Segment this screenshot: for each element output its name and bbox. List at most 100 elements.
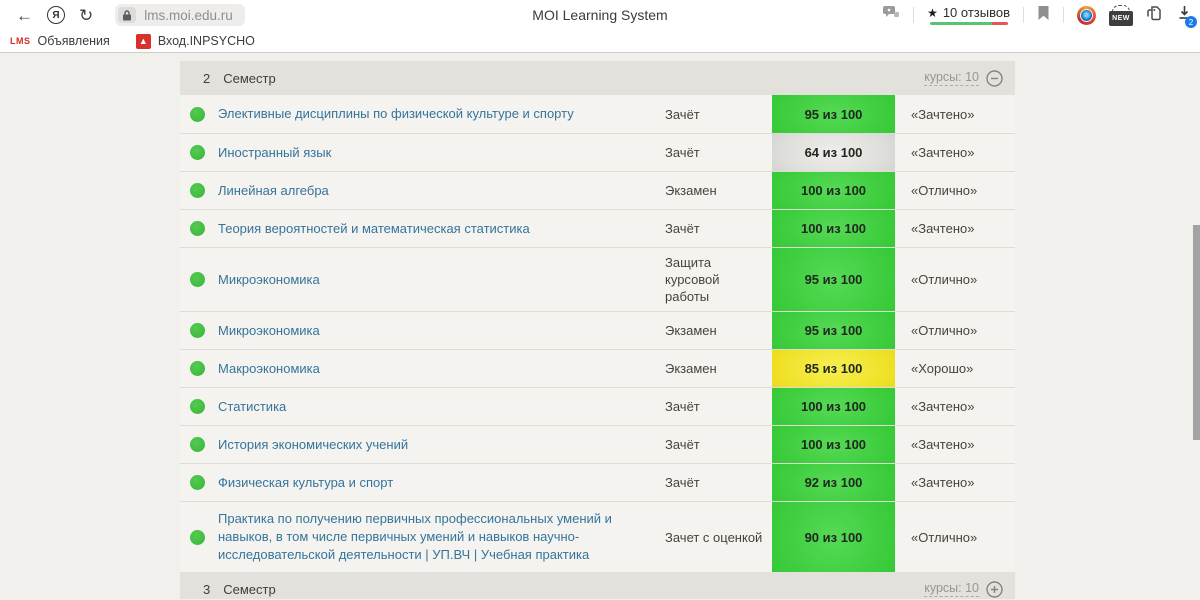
bookmark-item-inpsycho[interactable]: ▲ Вход.INPSYCHO — [135, 33, 255, 49]
score-cell: 90 из 100 — [772, 502, 895, 572]
course-status-dot-icon — [190, 106, 205, 122]
course-status-dot-icon — [190, 183, 205, 198]
status-cell — [180, 272, 218, 287]
divider — [913, 7, 915, 23]
semester-number: 2 — [203, 70, 211, 86]
grade-text: «Зачтено» — [911, 437, 975, 452]
site-rating[interactable]: ★ 10 отзывов — [927, 5, 1010, 25]
course-row: Микроэкономика Защита курсовой работы 95… — [180, 247, 1015, 311]
back-icon[interactable]: ← — [16, 7, 33, 24]
grade-text: «Хорошо» — [911, 361, 974, 376]
downloads-icon[interactable]: 2 — [1177, 5, 1197, 28]
score-cell: 100 из 100 — [772, 388, 895, 425]
course-link[interactable]: Линейная алгебра — [218, 174, 665, 208]
yandex-browser-icon[interactable]: Я — [47, 6, 65, 24]
grade-text: «Зачтено» — [911, 145, 975, 160]
status-cell — [180, 106, 218, 122]
url-text[interactable]: lms.moi.edu.ru — [144, 8, 233, 23]
lock-icon[interactable] — [118, 7, 137, 23]
courses-count-link[interactable]: курсы: 10 — [924, 70, 979, 86]
course-link[interactable]: Макроэкономика — [218, 352, 665, 386]
course-status-dot-icon — [190, 399, 205, 414]
star-icon: ★ — [927, 5, 938, 20]
exam-type: Защита курсовой работы — [665, 255, 720, 304]
exam-type: Зачет с оценкой — [665, 529, 763, 545]
gradebook-table: 2 Семестр курсы: 10 Элективные дисциплин… — [180, 61, 1015, 599]
grade-text: «Отлично» — [911, 183, 978, 198]
status-cell — [180, 145, 218, 160]
bookmarks-bar: LMS Объявления ▲ Вход.INPSYCHO — [0, 30, 1200, 53]
refresh-icon[interactable]: ↻ — [79, 7, 93, 24]
semester-number: 3 — [203, 581, 211, 597]
divider — [1023, 7, 1024, 23]
status-cell — [180, 323, 218, 338]
grade-text: «Отлично» — [911, 272, 978, 287]
expand-semester-icon[interactable] — [986, 580, 1003, 598]
vertical-scrollbar[interactable] — [1193, 225, 1200, 440]
exam-type: Экзамен — [665, 323, 717, 338]
collections-tag-icon[interactable] — [1146, 5, 1164, 26]
status-cell — [180, 399, 218, 414]
bookmark-label: Объявления — [37, 34, 110, 48]
grade-text: «Отлично» — [911, 323, 978, 338]
course-link[interactable]: История экономических учений — [218, 428, 665, 462]
course-row: Элективные дисциплины по физической куль… — [180, 95, 1015, 133]
course-status-dot-icon — [190, 437, 205, 452]
course-row: История экономических учений Зачёт 100 и… — [180, 425, 1015, 463]
semester-2-header: 2 Семестр курсы: 10 — [180, 61, 1015, 95]
course-status-dot-icon — [190, 529, 205, 545]
toolbar-right-icons: ★ 10 отзывов NEW 2 — [883, 0, 1197, 30]
course-link[interactable]: Микроэкономика — [218, 314, 665, 348]
course-link[interactable]: Статистика — [218, 390, 665, 424]
course-status-dot-icon — [190, 145, 205, 160]
exam-type: Зачёт — [665, 145, 700, 160]
score-cell: 100 из 100 — [772, 426, 895, 463]
protect-icon[interactable] — [883, 5, 900, 25]
divider — [1063, 7, 1064, 23]
grade-text: «Зачтено» — [911, 399, 975, 414]
new-badge-label: NEW — [1112, 14, 1130, 22]
course-link[interactable]: Элективные дисциплины по физической куль… — [218, 97, 665, 131]
course-link[interactable]: Физическая культура и спорт — [218, 466, 665, 500]
course-link[interactable]: Практика по получению первичных професси… — [218, 502, 665, 572]
course-status-dot-icon — [190, 323, 205, 338]
grade-text: «Зачтено» — [911, 106, 975, 122]
course-row: Статистика Зачёт 100 из 100 «Зачтено» — [180, 387, 1015, 425]
inpsycho-favicon: ▲ — [135, 33, 151, 49]
rating-bar — [929, 22, 1008, 25]
exam-type: Зачёт — [665, 475, 700, 490]
status-cell — [180, 221, 218, 236]
course-row: Теория вероятностей и математическая ста… — [180, 209, 1015, 247]
page-title: MOI Learning System — [532, 7, 668, 23]
semester-label: Семестр — [223, 70, 276, 86]
collapse-semester-icon[interactable] — [986, 69, 1003, 87]
status-cell — [180, 437, 218, 452]
screenshot-new-icon[interactable]: NEW — [1109, 4, 1133, 26]
browser-toolbar: ← Я ↻ lms.moi.edu.ru MOI Learning System… — [0, 0, 1200, 30]
course-link[interactable]: Теория вероятностей и математическая ста… — [218, 212, 665, 246]
exam-type: Зачёт — [665, 106, 700, 122]
course-row: Практика по получению первичных професси… — [180, 501, 1015, 572]
exam-type: Экзамен — [665, 183, 717, 198]
status-cell — [180, 361, 218, 376]
grade-text: «Зачтено» — [911, 221, 975, 236]
score-cell: 95 из 100 — [772, 312, 895, 349]
course-link[interactable]: Иностранный язык — [218, 136, 665, 170]
downloads-count-badge: 2 — [1185, 16, 1197, 28]
score-cell: 95 из 100 — [772, 248, 895, 311]
exam-type: Зачёт — [665, 437, 700, 452]
grade-text: «Зачтено» — [911, 475, 975, 490]
course-row: Макроэкономика Экзамен 85 из 100 «Хорошо… — [180, 349, 1015, 387]
bookmark-item-announcements[interactable]: LMS Объявления — [10, 34, 110, 48]
score-cell: 85 из 100 — [772, 350, 895, 387]
extension-browser-icon[interactable] — [1077, 5, 1096, 25]
status-cell — [180, 183, 218, 198]
score-cell: 92 из 100 — [772, 464, 895, 501]
score-cell: 100 из 100 — [772, 210, 895, 247]
semester-label: Семестр — [223, 581, 276, 597]
address-bar[interactable]: lms.moi.edu.ru — [115, 4, 245, 26]
bookmark-flag-icon[interactable] — [1037, 5, 1050, 26]
exam-type: Зачёт — [665, 221, 700, 236]
course-link[interactable]: Микроэкономика — [218, 263, 665, 297]
courses-count-link[interactable]: курсы: 10 — [924, 581, 979, 597]
